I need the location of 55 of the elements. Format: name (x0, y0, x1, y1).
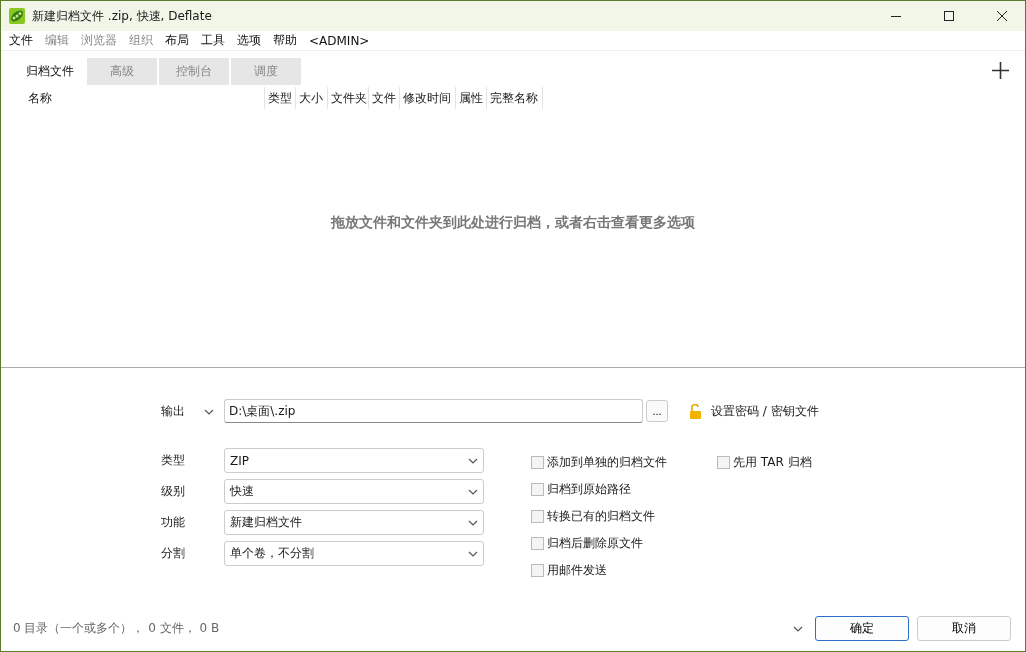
status-text: 0 目录（一个或多个）， 0 文件， 0 B (13, 620, 221, 637)
unlock-icon (689, 403, 703, 419)
window-title: 新建归档文件 .zip, 快速, Deflate (32, 7, 213, 25)
setting-dropdown[interactable]: ZIP (224, 448, 484, 473)
checkbox-label: 添加到单独的归档文件 (547, 454, 667, 471)
setting-dropdown[interactable]: 快速 (224, 479, 484, 504)
close-icon[interactable] (997, 11, 1007, 21)
maximize-icon[interactable] (944, 11, 954, 21)
setting-label: 类型 (161, 452, 186, 469)
column-header[interactable]: 文件 (369, 87, 400, 109)
column-header[interactable]: 修改时间 (400, 87, 456, 109)
empty-message: 拖放文件和文件夹到此处进行归档，或者右击查看更多选项 (331, 214, 695, 232)
checkbox-label: 用邮件发送 (547, 562, 607, 579)
add-icon[interactable] (992, 61, 1009, 79)
checkbox[interactable] (531, 537, 544, 550)
column-header[interactable]: 大小 (296, 87, 328, 109)
chevron-down-icon (468, 519, 478, 526)
checkbox[interactable] (717, 456, 730, 469)
column-header[interactable]: 属性 (456, 87, 487, 109)
column-header[interactable]: 文件夹 (328, 87, 369, 109)
browse-button[interactable]: ... (646, 400, 668, 422)
checkbox-label: 转换已有的归档文件 (547, 508, 655, 525)
app-logo-icon (9, 8, 25, 24)
setting-label: 功能 (161, 514, 186, 531)
setting-label: 分割 (161, 545, 186, 562)
chevron-down-icon (468, 457, 478, 464)
checkbox-label: 先用 TAR 归档 (733, 454, 812, 471)
checkbox-label: 归档后删除原文件 (547, 535, 643, 552)
output-label: 输出 (161, 402, 186, 420)
checkbox[interactable] (531, 483, 544, 496)
setting-dropdown[interactable]: 新建归档文件 (224, 510, 484, 535)
column-header[interactable]: 名称 (25, 87, 265, 109)
cancel-button[interactable]: 取消 (917, 616, 1011, 641)
expand-icon (793, 625, 803, 632)
setting-label: 级别 (161, 483, 186, 500)
set-password-link[interactable]: 设置密码 / 密钥文件 (711, 402, 819, 420)
dropdown-icon (204, 409, 214, 415)
column-header[interactable]: 完整名称 (487, 87, 543, 109)
output-path-field[interactable]: D:\桌面\.zip (224, 399, 643, 423)
menu-item[interactable]: 帮助 (273, 32, 297, 49)
minimize-icon[interactable] (891, 15, 901, 17)
checkbox[interactable] (531, 564, 544, 577)
menu-item[interactable]: 文件 (9, 32, 33, 49)
checkbox[interactable] (531, 456, 544, 469)
menu-item[interactable]: 工具 (201, 32, 225, 49)
menu-item[interactable]: 选项 (237, 32, 261, 49)
menu-item[interactable]: 布局 (165, 32, 189, 49)
checkbox-label: 归档到原始路径 (547, 481, 631, 498)
column-header[interactable]: 类型 (265, 87, 296, 109)
checkbox[interactable] (531, 510, 544, 523)
setting-dropdown[interactable]: 单个卷，不分割 (224, 541, 484, 566)
menu-item[interactable]: <ADMIN> (309, 33, 370, 48)
chevron-down-icon (468, 488, 478, 495)
chevron-down-icon (468, 550, 478, 557)
ok-button[interactable]: 确定 (815, 616, 909, 641)
